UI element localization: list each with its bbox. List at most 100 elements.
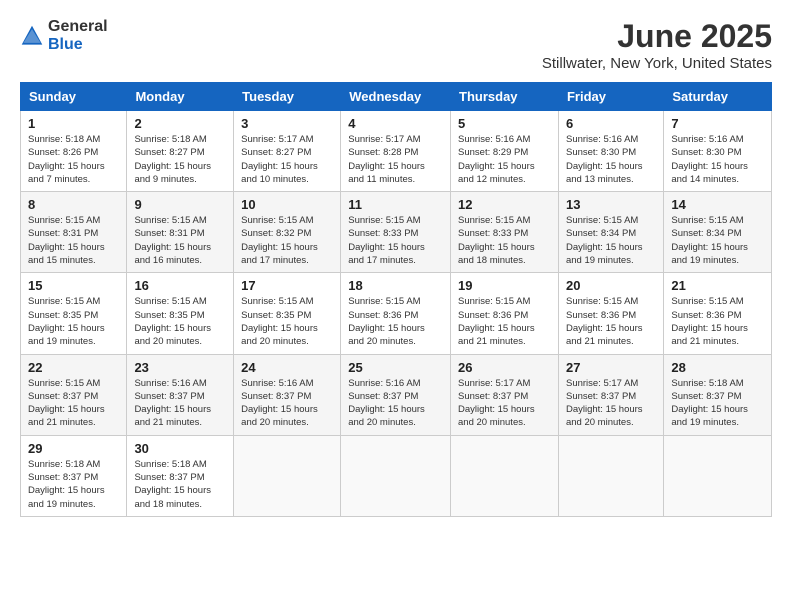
day-info: Sunrise: 5:15 AM Sunset: 8:33 PM Dayligh… bbox=[458, 214, 551, 267]
day-number: 7 bbox=[671, 116, 764, 131]
calendar-cell: 21 Sunrise: 5:15 AM Sunset: 8:36 PM Dayl… bbox=[664, 273, 772, 354]
day-info: Sunrise: 5:15 AM Sunset: 8:31 PM Dayligh… bbox=[28, 214, 119, 267]
col-monday: Monday bbox=[127, 83, 234, 111]
day-info: Sunrise: 5:17 AM Sunset: 8:37 PM Dayligh… bbox=[458, 377, 551, 430]
title-block: June 2025 Stillwater, New York, United S… bbox=[542, 18, 772, 72]
calendar-cell: 5 Sunrise: 5:16 AM Sunset: 8:29 PM Dayli… bbox=[451, 111, 559, 192]
calendar-cell: 22 Sunrise: 5:15 AM Sunset: 8:37 PM Dayl… bbox=[21, 354, 127, 435]
day-info: Sunrise: 5:15 AM Sunset: 8:35 PM Dayligh… bbox=[134, 295, 226, 348]
day-info: Sunrise: 5:15 AM Sunset: 8:32 PM Dayligh… bbox=[241, 214, 333, 267]
calendar-cell: 24 Sunrise: 5:16 AM Sunset: 8:37 PM Dayl… bbox=[234, 354, 341, 435]
day-number: 5 bbox=[458, 116, 551, 131]
calendar-cell: 13 Sunrise: 5:15 AM Sunset: 8:34 PM Dayl… bbox=[558, 192, 663, 273]
day-number: 17 bbox=[241, 278, 333, 293]
logo: General Blue bbox=[20, 18, 108, 53]
calendar-cell: 11 Sunrise: 5:15 AM Sunset: 8:33 PM Dayl… bbox=[341, 192, 451, 273]
day-info: Sunrise: 5:15 AM Sunset: 8:31 PM Dayligh… bbox=[134, 214, 226, 267]
logo-text: General Blue bbox=[48, 18, 108, 53]
calendar-cell: 2 Sunrise: 5:18 AM Sunset: 8:27 PM Dayli… bbox=[127, 111, 234, 192]
day-number: 6 bbox=[566, 116, 656, 131]
logo-icon bbox=[20, 24, 44, 48]
day-info: Sunrise: 5:17 AM Sunset: 8:28 PM Dayligh… bbox=[348, 133, 443, 186]
col-sunday: Sunday bbox=[21, 83, 127, 111]
day-number: 23 bbox=[134, 360, 226, 375]
calendar-cell: 30 Sunrise: 5:18 AM Sunset: 8:37 PM Dayl… bbox=[127, 435, 234, 516]
calendar-cell bbox=[664, 435, 772, 516]
day-info: Sunrise: 5:18 AM Sunset: 8:37 PM Dayligh… bbox=[671, 377, 764, 430]
week-row-5: 29 Sunrise: 5:18 AM Sunset: 8:37 PM Dayl… bbox=[21, 435, 772, 516]
calendar-cell: 17 Sunrise: 5:15 AM Sunset: 8:35 PM Dayl… bbox=[234, 273, 341, 354]
col-friday: Friday bbox=[558, 83, 663, 111]
day-info: Sunrise: 5:18 AM Sunset: 8:26 PM Dayligh… bbox=[28, 133, 119, 186]
calendar-title: June 2025 bbox=[542, 18, 772, 55]
calendar-cell: 12 Sunrise: 5:15 AM Sunset: 8:33 PM Dayl… bbox=[451, 192, 559, 273]
week-row-3: 15 Sunrise: 5:15 AM Sunset: 8:35 PM Dayl… bbox=[21, 273, 772, 354]
calendar-cell: 19 Sunrise: 5:15 AM Sunset: 8:36 PM Dayl… bbox=[451, 273, 559, 354]
day-info: Sunrise: 5:15 AM Sunset: 8:35 PM Dayligh… bbox=[241, 295, 333, 348]
calendar-cell: 6 Sunrise: 5:16 AM Sunset: 8:30 PM Dayli… bbox=[558, 111, 663, 192]
calendar-cell: 23 Sunrise: 5:16 AM Sunset: 8:37 PM Dayl… bbox=[127, 354, 234, 435]
day-number: 13 bbox=[566, 197, 656, 212]
day-number: 28 bbox=[671, 360, 764, 375]
day-info: Sunrise: 5:16 AM Sunset: 8:30 PM Dayligh… bbox=[671, 133, 764, 186]
week-row-2: 8 Sunrise: 5:15 AM Sunset: 8:31 PM Dayli… bbox=[21, 192, 772, 273]
day-info: Sunrise: 5:16 AM Sunset: 8:29 PM Dayligh… bbox=[458, 133, 551, 186]
logo-general-text: General bbox=[48, 18, 108, 35]
calendar-cell: 7 Sunrise: 5:16 AM Sunset: 8:30 PM Dayli… bbox=[664, 111, 772, 192]
col-tuesday: Tuesday bbox=[234, 83, 341, 111]
day-info: Sunrise: 5:15 AM Sunset: 8:35 PM Dayligh… bbox=[28, 295, 119, 348]
day-info: Sunrise: 5:15 AM Sunset: 8:36 PM Dayligh… bbox=[348, 295, 443, 348]
week-row-1: 1 Sunrise: 5:18 AM Sunset: 8:26 PM Dayli… bbox=[21, 111, 772, 192]
day-number: 30 bbox=[134, 441, 226, 456]
day-number: 11 bbox=[348, 197, 443, 212]
day-number: 24 bbox=[241, 360, 333, 375]
day-number: 25 bbox=[348, 360, 443, 375]
day-number: 1 bbox=[28, 116, 119, 131]
day-number: 21 bbox=[671, 278, 764, 293]
calendar-cell: 27 Sunrise: 5:17 AM Sunset: 8:37 PM Dayl… bbox=[558, 354, 663, 435]
calendar-cell bbox=[341, 435, 451, 516]
page: General Blue June 2025 Stillwater, New Y… bbox=[0, 0, 792, 612]
day-info: Sunrise: 5:18 AM Sunset: 8:37 PM Dayligh… bbox=[134, 458, 226, 511]
day-number: 22 bbox=[28, 360, 119, 375]
day-number: 29 bbox=[28, 441, 119, 456]
col-thursday: Thursday bbox=[451, 83, 559, 111]
calendar-cell bbox=[451, 435, 559, 516]
day-info: Sunrise: 5:15 AM Sunset: 8:34 PM Dayligh… bbox=[671, 214, 764, 267]
day-number: 9 bbox=[134, 197, 226, 212]
calendar-cell: 20 Sunrise: 5:15 AM Sunset: 8:36 PM Dayl… bbox=[558, 273, 663, 354]
day-number: 26 bbox=[458, 360, 551, 375]
calendar-cell: 28 Sunrise: 5:18 AM Sunset: 8:37 PM Dayl… bbox=[664, 354, 772, 435]
day-number: 2 bbox=[134, 116, 226, 131]
calendar-cell bbox=[234, 435, 341, 516]
day-number: 10 bbox=[241, 197, 333, 212]
day-number: 8 bbox=[28, 197, 119, 212]
calendar-cell: 18 Sunrise: 5:15 AM Sunset: 8:36 PM Dayl… bbox=[341, 273, 451, 354]
day-info: Sunrise: 5:16 AM Sunset: 8:37 PM Dayligh… bbox=[348, 377, 443, 430]
day-info: Sunrise: 5:17 AM Sunset: 8:27 PM Dayligh… bbox=[241, 133, 333, 186]
calendar-cell: 14 Sunrise: 5:15 AM Sunset: 8:34 PM Dayl… bbox=[664, 192, 772, 273]
col-saturday: Saturday bbox=[664, 83, 772, 111]
calendar-cell: 25 Sunrise: 5:16 AM Sunset: 8:37 PM Dayl… bbox=[341, 354, 451, 435]
day-info: Sunrise: 5:16 AM Sunset: 8:30 PM Dayligh… bbox=[566, 133, 656, 186]
week-row-4: 22 Sunrise: 5:15 AM Sunset: 8:37 PM Dayl… bbox=[21, 354, 772, 435]
calendar-cell: 8 Sunrise: 5:15 AM Sunset: 8:31 PM Dayli… bbox=[21, 192, 127, 273]
calendar-cell: 10 Sunrise: 5:15 AM Sunset: 8:32 PM Dayl… bbox=[234, 192, 341, 273]
header: General Blue June 2025 Stillwater, New Y… bbox=[20, 18, 772, 72]
calendar-table: Sunday Monday Tuesday Wednesday Thursday… bbox=[20, 82, 772, 517]
day-number: 20 bbox=[566, 278, 656, 293]
calendar-subtitle: Stillwater, New York, United States bbox=[542, 55, 772, 72]
day-number: 14 bbox=[671, 197, 764, 212]
day-info: Sunrise: 5:15 AM Sunset: 8:36 PM Dayligh… bbox=[566, 295, 656, 348]
day-info: Sunrise: 5:15 AM Sunset: 8:34 PM Dayligh… bbox=[566, 214, 656, 267]
logo-blue-text: Blue bbox=[48, 36, 83, 53]
calendar-cell bbox=[558, 435, 663, 516]
col-wednesday: Wednesday bbox=[341, 83, 451, 111]
day-info: Sunrise: 5:16 AM Sunset: 8:37 PM Dayligh… bbox=[241, 377, 333, 430]
day-info: Sunrise: 5:15 AM Sunset: 8:36 PM Dayligh… bbox=[458, 295, 551, 348]
calendar-cell: 4 Sunrise: 5:17 AM Sunset: 8:28 PM Dayli… bbox=[341, 111, 451, 192]
day-number: 27 bbox=[566, 360, 656, 375]
calendar-cell: 16 Sunrise: 5:15 AM Sunset: 8:35 PM Dayl… bbox=[127, 273, 234, 354]
day-info: Sunrise: 5:15 AM Sunset: 8:36 PM Dayligh… bbox=[671, 295, 764, 348]
day-number: 4 bbox=[348, 116, 443, 131]
